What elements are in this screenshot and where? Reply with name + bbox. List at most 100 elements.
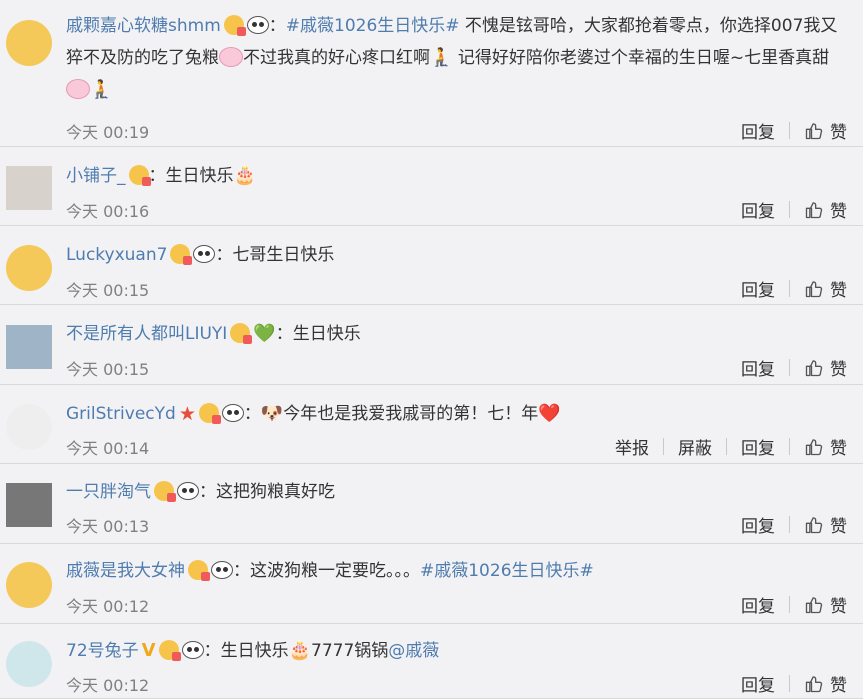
panda-icon — [177, 482, 199, 500]
verified-v-icon: V — [141, 640, 156, 661]
member-crown-icon — [170, 244, 193, 265]
thumbs-up-icon — [805, 280, 823, 297]
avatar[interactable] — [6, 483, 52, 527]
comment-text: 72号兔子 V ：生日快乐🎂7777锅锅@戚薇 — [66, 635, 853, 667]
reply-button[interactable]: 回复 — [741, 592, 775, 617]
emoji-icon: 🎂 — [233, 165, 256, 186]
reply-button[interactable]: 回复 — [741, 197, 775, 222]
report-button[interactable]: 举报 — [615, 434, 649, 459]
comment-item: 不是所有人都叫LIUYI 💚：生日快乐 今天 00:15 回复 赞 — [0, 305, 863, 385]
username-link[interactable]: GrilStrivecYd — [66, 404, 176, 424]
avatar[interactable] — [6, 404, 52, 450]
comment-text: 戚颗嘉心软糖shmm ：#戚薇1026生日快乐# 不愧是铉哥哈，大家都抢着零点，你… — [66, 11, 853, 106]
like-button[interactable]: 赞 — [804, 118, 847, 143]
comment-body-text: ：七哥生日快乐 — [215, 245, 335, 265]
comment-timestamp: 今天 00:16 — [66, 202, 150, 221]
username-link[interactable]: 一只胖淘气 — [66, 482, 151, 502]
reply-button[interactable]: 回复 — [741, 118, 775, 143]
comment-actions: 回复 赞 — [741, 671, 847, 696]
member-crown-icon — [154, 481, 176, 502]
divider — [789, 359, 790, 376]
topic-link[interactable]: #戚薇1026生日快乐# — [420, 561, 594, 581]
reply-button[interactable]: 回复 — [741, 434, 775, 459]
avatar[interactable] — [6, 245, 52, 291]
comment-timestamp: 今天 00:12 — [66, 676, 150, 695]
comment-actions: 回复 赞 — [741, 197, 847, 222]
thumbs-up-icon — [805, 122, 823, 139]
pink-face-emoji-icon — [66, 79, 90, 99]
username-link[interactable]: Luckyxuan7 — [66, 245, 167, 265]
comment-item: 戚颗嘉心软糖shmm ：#戚薇1026生日快乐# 不愧是铉哥哈，大家都抢着零点，你… — [0, 0, 863, 147]
divider — [789, 201, 790, 218]
like-button[interactable]: 赞 — [804, 355, 847, 380]
comment-body-text: 记得好好陪你老婆过个幸福的生日喔~七里香真甜 — [452, 48, 830, 68]
divider — [726, 438, 727, 455]
green-heart-icon: 💚 — [253, 323, 276, 344]
reply-button[interactable]: 回复 — [741, 355, 775, 380]
like-label: 赞 — [830, 517, 847, 537]
panda-icon — [221, 404, 244, 422]
thumbs-up-icon — [805, 438, 823, 455]
thumbs-up-icon — [805, 675, 823, 692]
thumbs-up-icon — [805, 596, 823, 613]
username-link[interactable]: 72号兔子 — [66, 641, 139, 661]
comment-body-text: 7777锅锅 — [311, 641, 389, 661]
reply-button[interactable]: 回复 — [741, 512, 775, 537]
comment-text: GrilStrivecYd ★ ：🐶今年也是我爱我戚哥的第！七！年❤️ — [66, 398, 853, 430]
avatar[interactable] — [6, 20, 52, 66]
avatar[interactable] — [6, 641, 52, 687]
reply-button[interactable]: 回复 — [741, 276, 775, 301]
like-button[interactable]: 赞 — [804, 276, 847, 301]
member-crown-icon — [158, 640, 181, 661]
username-link[interactable]: 戚薇是我大女神 — [66, 561, 185, 581]
like-label: 赞 — [830, 676, 847, 696]
comment-item: 一只胖淘气 ：这把狗粮真好吃今天 00:13 回复 赞 — [0, 464, 863, 544]
topic-link[interactable]: #戚薇1026生日快乐# — [286, 16, 460, 36]
username-link[interactable]: 小铺子_ — [66, 166, 126, 186]
block-button[interactable]: 屏蔽 — [678, 434, 712, 459]
divider — [789, 280, 790, 297]
comment-actions: 回复 赞 — [741, 355, 847, 380]
divider — [789, 596, 790, 613]
reply-button[interactable]: 回复 — [741, 671, 775, 696]
comment-text: 一只胖淘气 ：这把狗粮真好吃 — [66, 477, 853, 508]
like-button[interactable]: 赞 — [804, 592, 847, 617]
username-link[interactable]: 不是所有人都叫LIUYI — [66, 324, 227, 344]
emoji-icon: 🧎 — [430, 47, 453, 68]
like-button[interactable]: 赞 — [804, 671, 847, 696]
like-label: 赞 — [830, 281, 847, 301]
comment-item: Luckyxuan7 ：七哥生日快乐 今天 00:15 回复 赞 — [0, 226, 863, 305]
member-crown-icon — [198, 403, 221, 424]
comment-item: 72号兔子 V ：生日快乐🎂7777锅锅@戚薇今天 00:12 回复 赞 — [0, 624, 863, 699]
divider — [789, 122, 790, 139]
like-button[interactable]: 赞 — [804, 197, 847, 222]
thumbs-up-icon — [805, 516, 823, 533]
comment-list: 戚颗嘉心软糖shmm ：#戚薇1026生日快乐# 不愧是铉哥哈，大家都抢着零点，你… — [0, 0, 863, 699]
comment-timestamp: 今天 00:19 — [66, 123, 150, 142]
divider — [789, 438, 790, 455]
like-button[interactable]: 赞 — [804, 512, 847, 537]
panda-icon — [193, 245, 216, 263]
comment-body-text: 今年也是我爱我戚哥的第！七！年 — [283, 404, 539, 424]
like-label: 赞 — [830, 439, 847, 459]
username-link[interactable]: 戚颗嘉心软糖shmm — [66, 16, 221, 36]
panda-icon — [246, 16, 269, 34]
topic-link[interactable]: @戚薇 — [388, 641, 439, 661]
like-label: 赞 — [830, 202, 847, 222]
emoji-icon: ❤️ — [538, 403, 561, 424]
comment-actions: 回复 赞 — [741, 276, 847, 301]
avatar[interactable] — [6, 325, 52, 369]
panda-icon — [211, 561, 233, 579]
like-button[interactable]: 赞 — [804, 434, 847, 459]
member-crown-icon — [223, 15, 246, 36]
comment-timestamp: 今天 00:12 — [66, 597, 150, 616]
comment-body-text: ：生日快乐 — [148, 166, 234, 186]
avatar[interactable] — [6, 562, 52, 608]
like-label: 赞 — [830, 360, 847, 380]
avatar[interactable] — [6, 166, 52, 210]
emoji-icon: 🎂 — [288, 640, 311, 661]
emoji-icon: 🐶 — [260, 403, 284, 424]
star-icon: ★ — [178, 402, 196, 425]
comment-timestamp: 今天 00:13 — [66, 517, 150, 536]
comment-timestamp: 今天 00:15 — [66, 360, 150, 379]
